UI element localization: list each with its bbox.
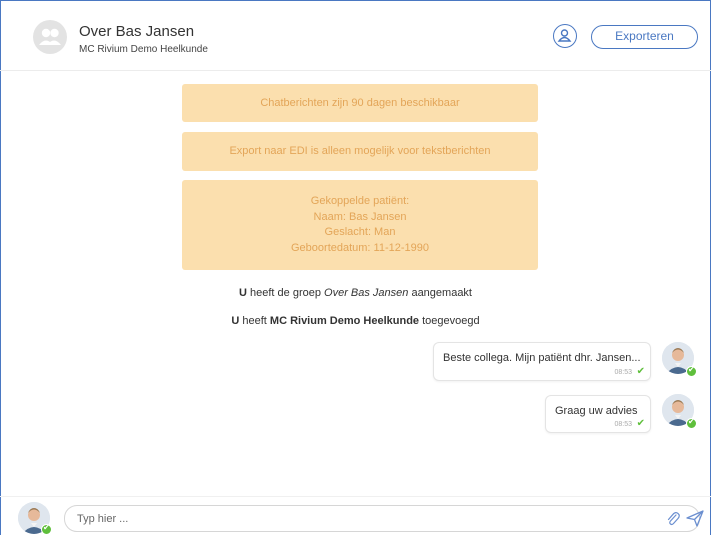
check-icon: ✔: [636, 366, 645, 377]
message-time: 08:53: [614, 421, 632, 428]
message-time: 08:53: [614, 369, 632, 376]
group-avatar: [33, 20, 67, 54]
paperclip-icon[interactable]: [666, 511, 680, 527]
linked-patient-notice: Gekoppelde patiënt: Naam: Bas Jansen Ges…: [182, 180, 538, 270]
profile-button[interactable]: [553, 24, 577, 48]
patient-heading: Gekoppelde patiënt:: [310, 195, 410, 207]
online-status-icon: ✔: [41, 523, 52, 535]
group-icon: [39, 28, 61, 45]
chat-title: Over Bas Jansen: [79, 23, 195, 40]
message-input[interactable]: [77, 510, 637, 527]
patient-birthdate: Geboortedatum: 11-12-1990: [291, 241, 429, 254]
export-button[interactable]: Exporteren: [591, 25, 698, 49]
system-text: heeft de groep: [246, 287, 325, 299]
system-text: heeft: [239, 315, 270, 327]
message-text: Beste collega. Mijn patiënt dhr. Jansen.…: [443, 352, 641, 364]
message-composer: [64, 505, 704, 532]
online-status-icon: ✔: [686, 417, 697, 429]
retention-notice: Chatberichten zijn 90 dagen beschikbaar: [182, 84, 538, 122]
message-bubble[interactable]: Graag uw advies 08:53 ✔: [545, 395, 651, 433]
composer-divider: [0, 496, 711, 497]
check-icon: ✔: [636, 418, 645, 429]
message-bubble[interactable]: Beste collega. Mijn patiënt dhr. Jansen.…: [433, 342, 651, 381]
message-text: Graag uw advies: [555, 405, 638, 417]
chat-subtitle: MC Rivium Demo Heelkunde: [79, 44, 208, 55]
export-notice: Export naar EDI is alleen mogelijk voor …: [182, 132, 538, 171]
online-status-icon: ✔: [686, 365, 697, 377]
system-text: aangemaakt: [408, 287, 472, 299]
organization-name: MC Rivium Demo Heelkunde: [269, 315, 420, 327]
chat-header: Over Bas Jansen MC Rivium Demo Heelkunde…: [0, 0, 711, 71]
system-message-member-added: U heeft MC Rivium Demo Heelkunde toegevo…: [0, 315, 711, 327]
send-icon[interactable]: [686, 510, 704, 527]
patient-gender: Geslacht: Man: [324, 226, 396, 238]
group-name: Over Bas Jansen: [324, 287, 409, 299]
system-text: toegevoegd: [419, 315, 480, 327]
system-message-group-created: U heeft de groep Over Bas Jansen aangema…: [0, 287, 711, 299]
patient-name: Naam: Bas Jansen: [313, 210, 407, 223]
actor: U: [239, 287, 247, 299]
profile-icon: [557, 29, 572, 42]
